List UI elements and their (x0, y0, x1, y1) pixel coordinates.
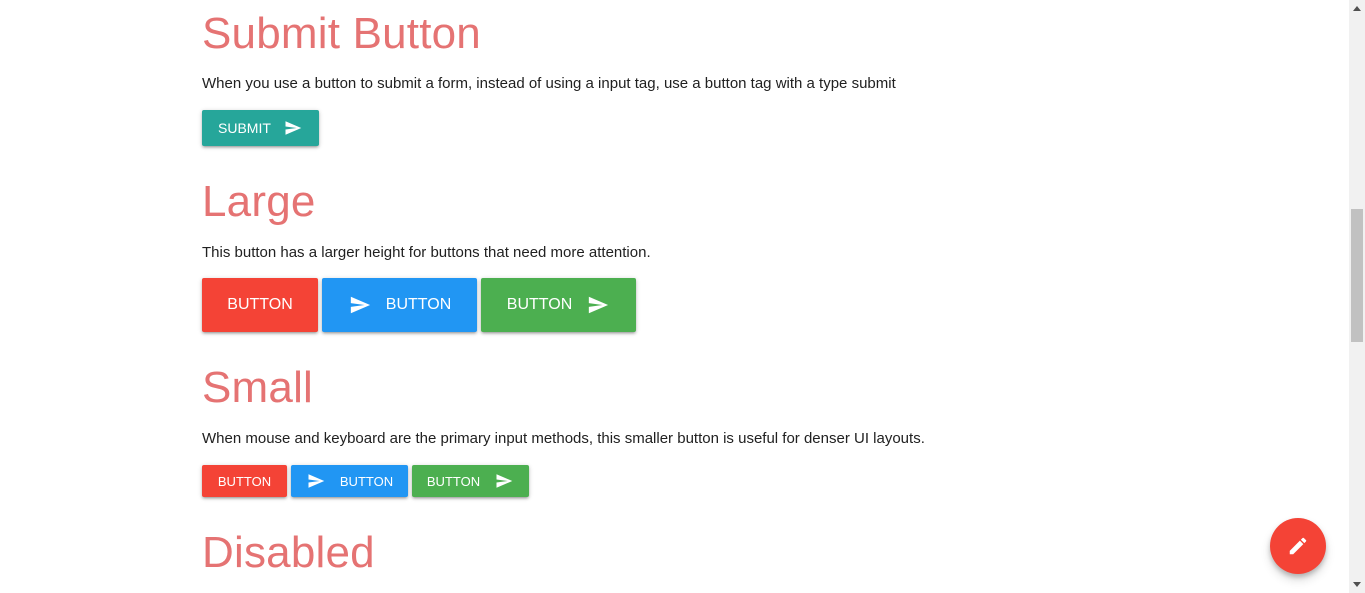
scroll-up-arrow-icon[interactable] (1349, 0, 1365, 16)
vertical-scrollbar[interactable] (1349, 0, 1365, 593)
scroll-down-arrow-icon[interactable] (1349, 577, 1365, 593)
floating-action-button[interactable] (1270, 518, 1326, 574)
section-disabled: Disabled (202, 0, 1302, 593)
pencil-icon (1287, 535, 1309, 557)
scrollbar-thumb[interactable] (1351, 209, 1363, 342)
page: Submit Button When you use a button to s… (0, 0, 1365, 593)
section-title-disabled: Disabled (202, 528, 375, 577)
